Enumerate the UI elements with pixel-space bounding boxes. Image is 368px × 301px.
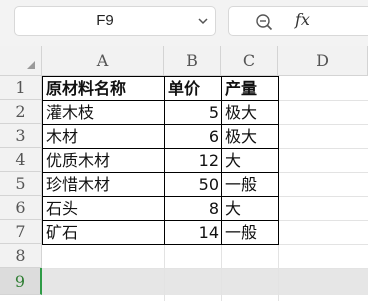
output-cell[interactable]: 一般 bbox=[221, 220, 279, 245]
gridline bbox=[279, 100, 368, 101]
row-header[interactable]: 6 bbox=[0, 196, 42, 220]
formula-bar: F9 fx bbox=[0, 0, 368, 46]
formula-input[interactable]: fx bbox=[228, 6, 368, 36]
table-row: 石头 8 大 bbox=[42, 196, 279, 221]
column-header-b[interactable]: B bbox=[164, 46, 221, 76]
output-cell[interactable]: 一般 bbox=[221, 172, 279, 197]
price-cell[interactable]: 14 bbox=[164, 220, 222, 245]
gridline bbox=[164, 244, 165, 301]
table-row: 珍惜木材 50 一般 bbox=[42, 172, 279, 197]
material-cell[interactable]: 珍惜木材 bbox=[42, 172, 165, 197]
header-cell[interactable]: 单价 bbox=[164, 76, 222, 101]
column-header-d[interactable]: D bbox=[278, 46, 368, 76]
header-cell[interactable]: 原材料名称 bbox=[42, 76, 165, 101]
gridline bbox=[42, 268, 368, 269]
chevron-down-icon[interactable] bbox=[197, 15, 209, 27]
row-header[interactable]: 4 bbox=[0, 148, 42, 172]
price-cell[interactable]: 50 bbox=[164, 172, 222, 197]
material-cell[interactable]: 优质木材 bbox=[42, 148, 165, 173]
data-table: 原材料名称 单价 产量 灌木枝 5 极大 木材 6 极大 优质木材 12 大 珍… bbox=[42, 76, 279, 245]
output-cell[interactable]: 极大 bbox=[221, 100, 279, 125]
row-header[interactable]: 1 bbox=[0, 76, 42, 100]
price-cell[interactable]: 5 bbox=[164, 100, 222, 125]
row-header-selected[interactable]: 9 bbox=[0, 268, 42, 295]
select-all-corner[interactable] bbox=[0, 46, 42, 76]
gridline bbox=[279, 220, 368, 221]
gridline bbox=[279, 172, 368, 173]
output-cell[interactable]: 大 bbox=[221, 196, 279, 221]
fx-icon[interactable]: fx bbox=[295, 10, 310, 29]
material-cell[interactable]: 灌木枝 bbox=[42, 100, 165, 125]
column-header-c[interactable]: C bbox=[221, 46, 278, 76]
output-cell[interactable]: 极大 bbox=[221, 124, 279, 149]
table-row: 优质木材 12 大 bbox=[42, 148, 279, 173]
material-cell[interactable]: 木材 bbox=[42, 124, 165, 149]
row-header[interactable]: 5 bbox=[0, 172, 42, 196]
column-header-a[interactable]: A bbox=[42, 46, 164, 76]
row-header[interactable]: 7 bbox=[0, 220, 42, 244]
selected-row-highlight bbox=[42, 268, 368, 295]
table-row: 木材 6 极大 bbox=[42, 124, 279, 149]
gridline bbox=[279, 124, 368, 125]
price-cell[interactable]: 12 bbox=[164, 148, 222, 173]
table-header-row: 原材料名称 单价 产量 bbox=[42, 76, 279, 101]
output-cell[interactable]: 大 bbox=[221, 148, 279, 173]
material-cell[interactable]: 石头 bbox=[42, 196, 165, 221]
gridline bbox=[279, 148, 368, 149]
material-cell[interactable]: 矿石 bbox=[42, 220, 165, 245]
price-cell[interactable]: 6 bbox=[164, 124, 222, 149]
table-row: 矿石 14 一般 bbox=[42, 220, 279, 245]
select-all-icon bbox=[27, 61, 35, 69]
price-cell[interactable]: 8 bbox=[164, 196, 222, 221]
zoom-icon[interactable] bbox=[255, 13, 273, 31]
row-header[interactable]: 2 bbox=[0, 100, 42, 124]
row-header[interactable]: 8 bbox=[0, 244, 42, 268]
gridline bbox=[279, 196, 368, 197]
table-row: 灌木枝 5 极大 bbox=[42, 100, 279, 125]
name-box-value: F9 bbox=[96, 12, 114, 29]
row-header[interactable]: 3 bbox=[0, 124, 42, 148]
header-cell[interactable]: 产量 bbox=[221, 76, 279, 101]
name-box[interactable]: F9 bbox=[14, 6, 216, 36]
gridline bbox=[221, 244, 222, 301]
spreadsheet-grid[interactable]: A B C D 1 2 3 4 5 6 7 8 9 原材料名称 单价 产量 灌木… bbox=[0, 46, 368, 301]
